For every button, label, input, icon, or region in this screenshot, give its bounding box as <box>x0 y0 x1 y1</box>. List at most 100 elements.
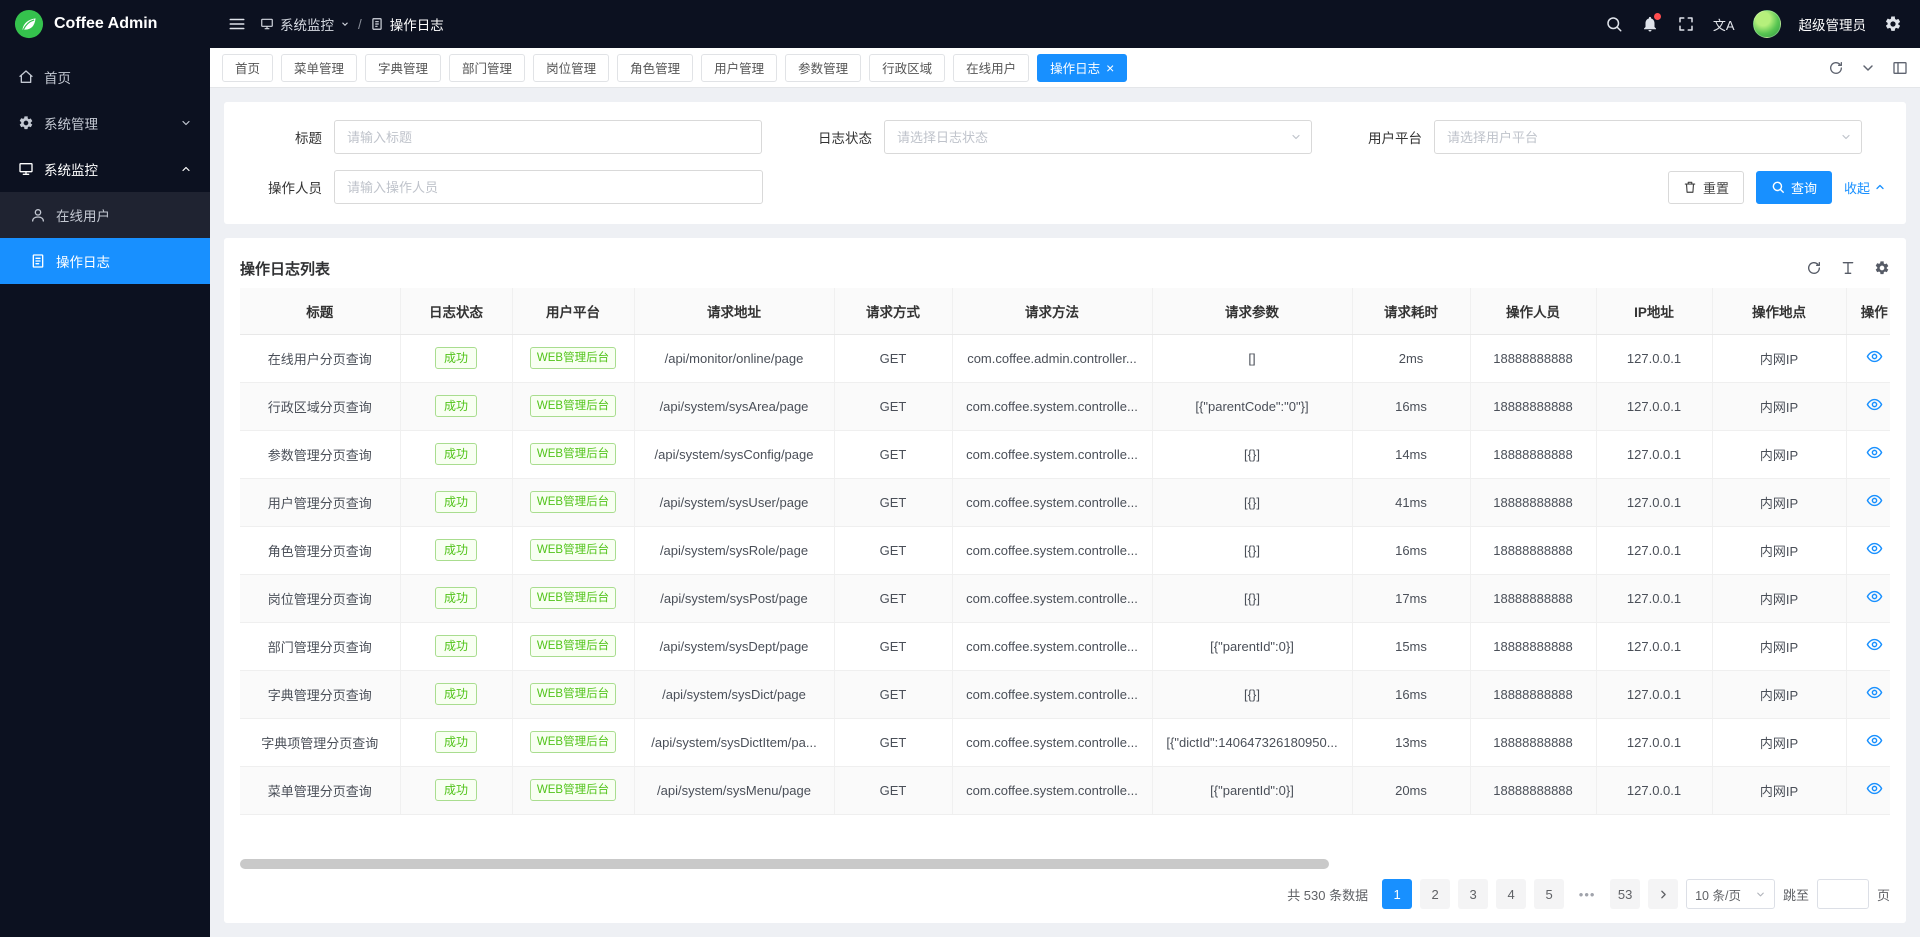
sidebar-item-operation-log[interactable]: 操作日志 <box>0 238 210 284</box>
tab-label: 部门管理 <box>462 58 512 77</box>
tab-菜单管理[interactable]: 菜单管理 <box>281 54 357 82</box>
sidebar-item-home[interactable]: 首页 <box>0 54 210 100</box>
collapse-filter-link[interactable]: 收起 <box>1844 178 1886 197</box>
cell-action <box>1846 478 1890 526</box>
operator-input[interactable] <box>334 170 763 204</box>
cell-params: [{"parentId":0}] <box>1152 766 1352 814</box>
table-row: 角色管理分页查询成功WEB管理后台/api/system/sysRole/pag… <box>240 526 1890 574</box>
cell-location: 内网IP <box>1712 766 1846 814</box>
search-button[interactable]: 查询 <box>1756 171 1832 204</box>
collapse-sidebar-icon[interactable] <box>228 15 246 33</box>
sidebar-item-label: 操作日志 <box>56 251 110 271</box>
cell-status: 成功 <box>400 766 512 814</box>
view-detail-eye-button[interactable] <box>1866 732 1883 749</box>
tab-参数管理[interactable]: 参数管理 <box>785 54 861 82</box>
language-translate-icon[interactable]: 文A <box>1713 15 1735 34</box>
view-detail-eye-button[interactable] <box>1866 492 1883 509</box>
chevron-down-icon[interactable] <box>1860 60 1876 76</box>
tab-在线用户[interactable]: 在线用户 <box>953 54 1029 82</box>
cell-action <box>1846 670 1890 718</box>
cell-func: com.coffee.system.controlle... <box>952 622 1152 670</box>
status-select[interactable] <box>884 120 1312 154</box>
tab-行政区域[interactable]: 行政区域 <box>869 54 945 82</box>
view-detail-eye-button[interactable] <box>1866 444 1883 461</box>
cell-method: GET <box>834 766 952 814</box>
cell-title: 参数管理分页查询 <box>240 430 400 478</box>
tab-操作日志[interactable]: 操作日志× <box>1037 54 1127 82</box>
reset-button[interactable]: 重置 <box>1668 171 1744 204</box>
tab-首页[interactable]: 首页 <box>222 54 273 82</box>
column-header: 请求耗时 <box>1352 288 1470 334</box>
tab-用户管理[interactable]: 用户管理 <box>701 54 777 82</box>
filter-actions: 重置 查询 收起 <box>1668 170 1890 204</box>
card-title: 操作日志列表 <box>240 258 330 279</box>
tab-角色管理[interactable]: 角色管理 <box>617 54 693 82</box>
jump-page-input[interactable] <box>1817 879 1869 909</box>
cell-title: 用户管理分页查询 <box>240 478 400 526</box>
jump-suffix: 页 <box>1877 885 1890 904</box>
tab-label: 在线用户 <box>966 58 1016 77</box>
view-detail-eye-button[interactable] <box>1866 588 1883 605</box>
fullscreen-icon[interactable] <box>1677 15 1695 33</box>
platform-badge: WEB管理后台 <box>530 539 616 561</box>
chevron-right-icon <box>1657 888 1670 901</box>
cell-title: 在线用户分页查询 <box>240 334 400 382</box>
document-icon <box>370 17 384 31</box>
view-detail-eye-button[interactable] <box>1866 396 1883 413</box>
view-detail-eye-button[interactable] <box>1866 540 1883 557</box>
avatar[interactable] <box>1753 10 1781 38</box>
tab-岗位管理[interactable]: 岗位管理 <box>533 54 609 82</box>
sidebar-item-system-manage[interactable]: 系统管理 <box>0 100 210 146</box>
search-icon[interactable] <box>1605 15 1623 33</box>
cell-ip: 127.0.0.1 <box>1596 382 1712 430</box>
cell-func: com.coffee.system.controlle... <box>952 526 1152 574</box>
cell-platform: WEB管理后台 <box>512 574 634 622</box>
breadcrumb-parent[interactable]: 系统监控 <box>280 14 334 34</box>
tab-close-icon[interactable]: × <box>1106 61 1114 75</box>
page-button-5[interactable]: 5 <box>1534 879 1564 909</box>
page-button-53[interactable]: 53 <box>1610 879 1640 909</box>
breadcrumb-separator: / <box>358 17 362 32</box>
refresh-icon[interactable] <box>1828 60 1844 76</box>
page-button-1[interactable]: 1 <box>1382 879 1412 909</box>
cell-duration: 17ms <box>1352 574 1470 622</box>
cell-operator: 18888888888 <box>1470 622 1596 670</box>
sidebar-item-label: 系统管理 <box>44 113 98 133</box>
notification-bell-icon[interactable] <box>1641 15 1659 33</box>
cell-status: 成功 <box>400 430 512 478</box>
platform-select[interactable] <box>1434 120 1862 154</box>
sidebar-item-system-monitor[interactable]: 系统监控 <box>0 146 210 192</box>
view-detail-eye-button[interactable] <box>1866 348 1883 365</box>
page-button-4[interactable]: 4 <box>1496 879 1526 909</box>
page-size-select[interactable]: 10 条/页 <box>1686 879 1775 909</box>
view-detail-eye-button[interactable] <box>1866 636 1883 653</box>
tab-label: 行政区域 <box>882 58 932 77</box>
cell-ip: 127.0.0.1 <box>1596 766 1712 814</box>
horizontal-scrollbar-thumb[interactable] <box>240 859 1329 869</box>
tab-字典管理[interactable]: 字典管理 <box>365 54 441 82</box>
next-page-button[interactable] <box>1648 879 1678 909</box>
view-detail-eye-button[interactable] <box>1866 684 1883 701</box>
platform-badge: WEB管理后台 <box>530 779 616 801</box>
app-logo[interactable]: Coffee Admin <box>0 0 210 48</box>
status-badge: 成功 <box>435 635 477 657</box>
sidebar-item-online-users[interactable]: 在线用户 <box>0 192 210 238</box>
title-input[interactable] <box>334 120 762 154</box>
page-button-3[interactable]: 3 <box>1458 879 1488 909</box>
settings-gear-icon[interactable] <box>1884 15 1902 33</box>
cell-method: GET <box>834 526 952 574</box>
refresh-icon[interactable] <box>1806 260 1822 276</box>
cell-func: com.coffee.system.controlle... <box>952 382 1152 430</box>
column-settings-gear-icon[interactable] <box>1874 260 1890 276</box>
cell-operator: 18888888888 <box>1470 670 1596 718</box>
filter-field-title: 标题 <box>240 120 790 154</box>
row-height-icon[interactable] <box>1840 260 1856 276</box>
username[interactable]: 超级管理员 <box>1799 14 1867 34</box>
page-button-2[interactable]: 2 <box>1420 879 1450 909</box>
cell-params: [{}] <box>1152 526 1352 574</box>
layout-panel-icon[interactable] <box>1892 60 1908 76</box>
view-detail-eye-button[interactable] <box>1866 780 1883 797</box>
tab-部门管理[interactable]: 部门管理 <box>449 54 525 82</box>
cell-action <box>1846 382 1890 430</box>
horizontal-scrollbar <box>240 859 1890 869</box>
